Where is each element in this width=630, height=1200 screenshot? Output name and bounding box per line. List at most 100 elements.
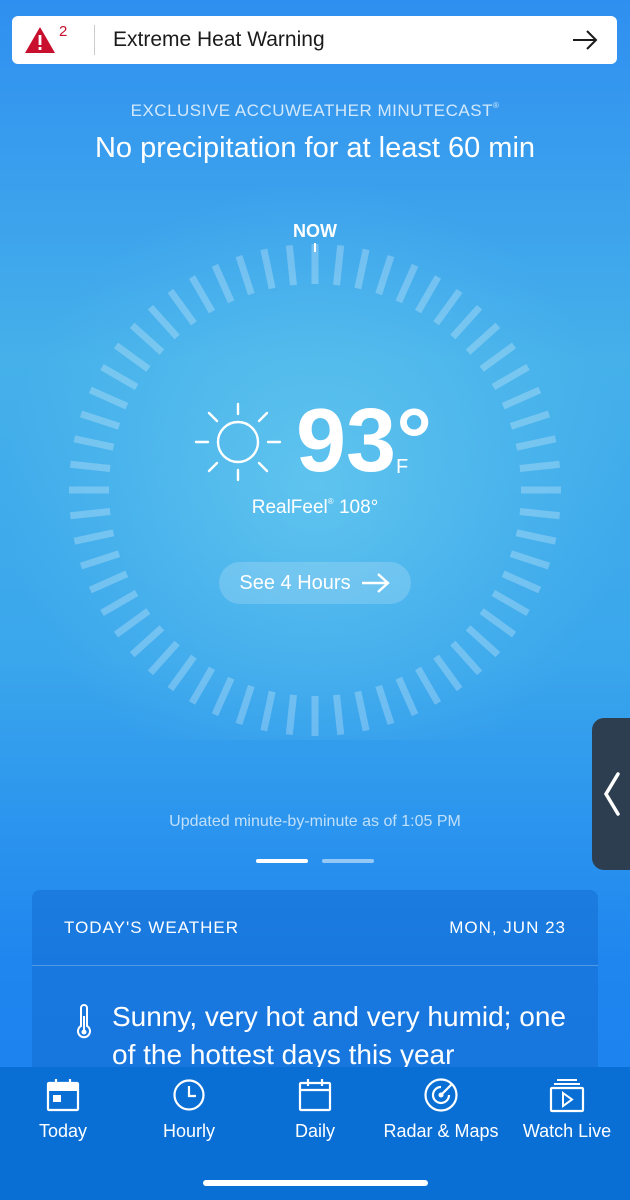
dial-tick bbox=[479, 342, 517, 372]
dial-tick bbox=[519, 460, 561, 472]
dial-tick bbox=[515, 435, 557, 451]
dial-tick bbox=[491, 363, 530, 391]
dial-tick bbox=[129, 625, 165, 658]
dial-tick bbox=[73, 435, 115, 451]
dial-tick bbox=[354, 690, 370, 732]
tab-watch-live[interactable]: Watch Live bbox=[504, 1075, 630, 1142]
dial-tick bbox=[450, 304, 483, 340]
dial-tick bbox=[147, 304, 180, 340]
dial-tick bbox=[188, 666, 216, 705]
dial-tick bbox=[414, 275, 442, 314]
warning-icon bbox=[25, 27, 55, 53]
todays-weather-card[interactable]: TODAY'S WEATHER MON, JUN 23 Sunny, very … bbox=[32, 890, 598, 1090]
realfeel: RealFeel® 108° bbox=[251, 497, 379, 518]
dial-tick bbox=[465, 625, 501, 658]
now-label: NOW bbox=[293, 221, 337, 241]
dial-tick bbox=[211, 676, 235, 717]
radar-icon bbox=[424, 1078, 458, 1112]
dial-tick bbox=[501, 570, 542, 594]
see-hours-label: See 4 Hours bbox=[239, 571, 351, 594]
dial-tick bbox=[465, 322, 501, 355]
clock-icon bbox=[173, 1079, 205, 1111]
sun-icon bbox=[194, 402, 282, 482]
dial-tick bbox=[285, 244, 297, 286]
dial-tick bbox=[113, 608, 151, 638]
dial-tick bbox=[235, 254, 255, 296]
dial-tick bbox=[235, 684, 255, 726]
calendar-today-icon bbox=[46, 1079, 80, 1112]
dial-tick bbox=[375, 684, 395, 726]
dial-tick bbox=[188, 275, 216, 314]
dial-tick bbox=[79, 550, 121, 570]
registered-mark: ® bbox=[492, 101, 500, 110]
dial-tick bbox=[515, 529, 557, 545]
tab-radar-maps[interactable]: Radar & Maps bbox=[378, 1075, 504, 1142]
tab-label: Watch Live bbox=[522, 1121, 612, 1141]
dial-tick bbox=[509, 410, 551, 430]
precipitation-summary: No precipitation for at least 60 min bbox=[94, 132, 536, 164]
thermometer-icon bbox=[77, 1004, 91, 1039]
dial-tick bbox=[129, 322, 165, 355]
page-indicator[interactable] bbox=[0, 859, 630, 863]
alert-title: Extreme Heat Warning bbox=[113, 28, 325, 51]
dial-tick bbox=[333, 244, 345, 286]
dial-tick bbox=[79, 410, 121, 430]
dial-tick bbox=[354, 248, 370, 290]
page-dot[interactable] bbox=[256, 859, 308, 863]
see-hours-button[interactable]: See 4 Hours bbox=[219, 562, 411, 604]
registered-mark: ® bbox=[327, 497, 334, 506]
card-header: TODAY'S WEATHER MON, JUN 23 bbox=[32, 890, 598, 966]
dial-tick bbox=[100, 363, 139, 391]
page-dot[interactable] bbox=[322, 859, 374, 863]
dial-tick bbox=[491, 589, 530, 617]
dial-tick bbox=[73, 529, 115, 545]
current-temperature: 93° bbox=[296, 391, 433, 491]
tab-daily[interactable]: Daily bbox=[252, 1075, 378, 1142]
dial-tick bbox=[260, 690, 276, 732]
dial-tick bbox=[88, 386, 129, 410]
arrow-right-icon bbox=[361, 573, 390, 593]
alert-icon-group: 2 bbox=[12, 16, 84, 64]
home-indicator bbox=[203, 1180, 428, 1186]
dial-tick bbox=[285, 694, 297, 736]
dial-tick bbox=[211, 263, 235, 304]
tab-label: Today bbox=[38, 1121, 88, 1141]
tab-label: Hourly bbox=[162, 1121, 215, 1141]
alert-count: 2 bbox=[59, 23, 68, 40]
updated-timestamp: Updated minute-by-minute as of 1:05 PM bbox=[169, 813, 461, 830]
dial-tick bbox=[509, 550, 551, 570]
dial-tick bbox=[333, 694, 345, 736]
alert-divider bbox=[94, 25, 95, 55]
tab-hourly[interactable]: Hourly bbox=[126, 1075, 252, 1142]
tab-today[interactable]: Today bbox=[0, 1075, 126, 1142]
alert-banner[interactable]: 2 Extreme Heat Warning bbox=[12, 16, 617, 64]
minutecast-label: EXCLUSIVE ACCUWEATHER MINUTECAST® bbox=[130, 101, 500, 120]
dial-tick bbox=[69, 460, 111, 472]
side-panel-handle[interactable] bbox=[592, 718, 630, 870]
dial-tick bbox=[433, 288, 463, 326]
dial-tick bbox=[147, 640, 180, 676]
dial-tick bbox=[167, 288, 197, 326]
dial-tick bbox=[100, 589, 139, 617]
chevron-left-icon bbox=[603, 772, 620, 816]
dial-tick bbox=[501, 386, 542, 410]
calendar-icon bbox=[298, 1079, 332, 1112]
dial-tick bbox=[260, 248, 276, 290]
card-title: TODAY'S WEATHER bbox=[64, 917, 240, 937]
arrow-right-icon[interactable] bbox=[567, 22, 603, 58]
tab-label: Radar & Maps bbox=[383, 1121, 499, 1141]
dial-tick bbox=[414, 666, 442, 705]
dial-tick bbox=[113, 342, 151, 372]
dial-tick bbox=[395, 676, 419, 717]
dial-tick bbox=[395, 263, 419, 304]
forecast-text: Sunny, very hot and very humid; one of t… bbox=[112, 1001, 566, 1070]
watch-live-icon bbox=[549, 1079, 585, 1113]
temperature-unit: F bbox=[396, 456, 409, 478]
dial-tick bbox=[375, 254, 395, 296]
dial-tick bbox=[167, 654, 197, 692]
dial-tick bbox=[479, 608, 517, 638]
tab-label: Daily bbox=[294, 1121, 335, 1141]
dial-tick bbox=[433, 654, 463, 692]
card-body: Sunny, very hot and very humid; one of t… bbox=[32, 966, 598, 1074]
dial-tick bbox=[450, 640, 483, 676]
